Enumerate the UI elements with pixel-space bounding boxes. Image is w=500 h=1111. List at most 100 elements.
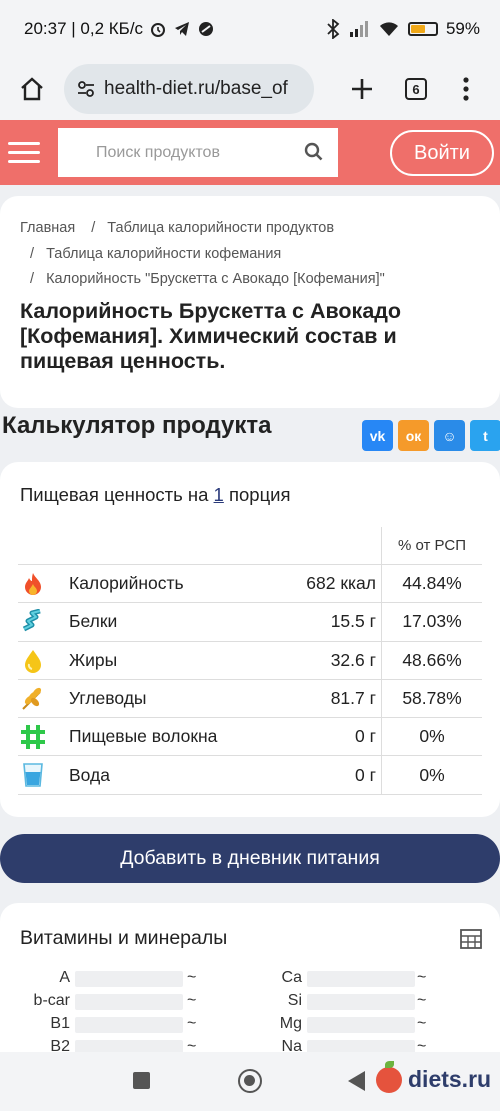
- search-placeholder: Поиск продуктов: [96, 143, 220, 161]
- table-row: Пищевые волокна 0 г 0%: [18, 718, 482, 757]
- nutrition-title-suffix: порция: [228, 484, 291, 505]
- vitamin-value: ~: [187, 1015, 197, 1032]
- vitamin-row: A ~: [20, 969, 200, 987]
- vitamin-row: B1 ~: [20, 1015, 200, 1033]
- vitamin-bar: [75, 971, 183, 987]
- table-row: Вода 0 г 0%: [18, 756, 482, 795]
- breadcrumb-link[interactable]: Таблица калорийности продуктов: [107, 220, 334, 236]
- site-settings-icon[interactable]: [76, 79, 96, 99]
- table-view-icon[interactable]: [460, 929, 482, 949]
- nutrition-card: Пищевая ценность на 1 порция % от РСП Ка…: [0, 462, 500, 817]
- portion-count-link[interactable]: 1: [214, 484, 224, 505]
- table-row: Белки 15.5 г 17.03%: [18, 603, 482, 642]
- home-icon[interactable]: [12, 69, 52, 109]
- mineral-value: ~: [417, 969, 427, 986]
- nutrient-name: Вода: [69, 764, 110, 785]
- mineral-row: Ca ~: [252, 969, 432, 987]
- pct-column-header: % от РСП: [397, 537, 466, 554]
- protein-icon: [22, 609, 41, 632]
- moimir-share-button[interactable]: ☺: [434, 420, 465, 451]
- bluetooth-icon: [327, 19, 340, 39]
- calculator-title: Калькулятор продукта: [2, 412, 272, 439]
- tabs-switcher-button[interactable]: 6: [396, 69, 436, 109]
- vk-share-button[interactable]: vk: [362, 420, 393, 451]
- nutrient-amount: 682 ккал: [306, 573, 376, 594]
- mineral-value: ~: [417, 1015, 427, 1032]
- vitamin-bar: [75, 1017, 183, 1033]
- watermark: diets.ru: [376, 1060, 492, 1093]
- apple-logo-icon: [376, 1060, 402, 1093]
- vitamin-row: b-car ~: [20, 992, 200, 1010]
- add-to-diary-button[interactable]: Добавить в дневник питания: [0, 834, 500, 883]
- breadcrumb-link[interactable]: Таблица калорийности кофемания: [46, 246, 281, 262]
- twitter-icon: t: [483, 427, 488, 444]
- tab-count: 6: [405, 78, 427, 100]
- vitamin-value: ~: [187, 992, 197, 1009]
- odnoklassniki-share-button[interactable]: ок: [398, 420, 429, 451]
- nutrition-title: Пищевая ценность на 1 порция: [20, 484, 291, 506]
- breadcrumb-link[interactable]: Главная: [20, 220, 75, 236]
- water-glass-icon: [23, 763, 43, 788]
- nutrient-pct: 44.84%: [402, 573, 462, 594]
- nutrient-pct: 0%: [419, 726, 445, 747]
- app-notification-icon: [199, 22, 214, 36]
- vitamin-bar: [75, 994, 183, 1010]
- mineral-bar: [307, 1017, 415, 1033]
- vitamin-label: B1: [50, 1015, 70, 1032]
- mineral-label: Mg: [279, 1015, 302, 1032]
- breadcrumb-current: Калорийность "Брускетта с Авокадо [Кофем…: [46, 271, 385, 287]
- recent-apps-button[interactable]: [133, 1072, 150, 1089]
- fiber-icon: [21, 725, 45, 750]
- mineral-bar: [307, 971, 415, 987]
- browser-toolbar: health-diet.ru/base_of 6: [0, 58, 500, 120]
- vitamin-value: ~: [187, 969, 197, 986]
- nutrient-name: Белки: [69, 611, 118, 632]
- alarm-icon: [151, 23, 166, 37]
- mineral-row: Mg ~: [252, 1015, 432, 1033]
- vitamin-label: b-car: [33, 992, 70, 1009]
- twitter-share-button[interactable]: t: [470, 420, 500, 451]
- home-button[interactable]: [238, 1069, 262, 1093]
- table-row: Углеводы 81.7 г 58.78%: [18, 679, 482, 719]
- flame-icon: [25, 573, 41, 595]
- login-button[interactable]: Войти: [390, 130, 494, 176]
- battery-percent: 59%: [445, 19, 480, 38]
- url-text: health-diet.ru/base_of: [104, 78, 288, 99]
- nutrient-name: Калорийность: [69, 573, 184, 594]
- battery-icon: [407, 22, 438, 36]
- watermark-text: diets.ru: [408, 1066, 492, 1092]
- vitamins-card: Витамины и минералы A ~ b-car ~ B1 ~ B2 …: [0, 903, 500, 1063]
- vitamins-title: Витамины и минералы: [20, 927, 228, 949]
- breadcrumb: Главная / Таблица калорийности продуктов…: [20, 220, 385, 287]
- back-button[interactable]: [348, 1071, 365, 1091]
- nutrient-amount: 0 г: [355, 764, 376, 785]
- table-row: Жиры 32.6 г 48.66%: [18, 641, 482, 680]
- nutrient-pct: 0%: [419, 764, 445, 785]
- search-icon[interactable]: [304, 142, 324, 162]
- hamburger-menu-icon[interactable]: [4, 133, 44, 173]
- wheat-icon: [22, 687, 42, 710]
- status-bar: 20:37 | 0,2 КБ/с 59%: [0, 0, 500, 58]
- page-title: Калорийность Брускетта с Авокадо [Кофема…: [20, 299, 402, 373]
- nutrient-amount: 15.5 г: [330, 611, 376, 632]
- nutrition-table: % от РСП Калорийность 682 ккал 44.84% Бе…: [18, 527, 482, 795]
- mineral-label: Si: [287, 992, 302, 1009]
- nutrient-amount: 32.6 г: [330, 649, 376, 670]
- more-menu-icon[interactable]: [446, 69, 486, 109]
- vitamin-label: A: [59, 969, 70, 986]
- fat-drop-icon: [25, 649, 41, 673]
- mineral-bar: [307, 994, 415, 1010]
- odnoklassniki-icon: ок: [405, 427, 422, 444]
- mineral-row: Si ~: [252, 992, 432, 1010]
- nutrition-title-prefix: Пищевая ценность на: [20, 484, 209, 505]
- table-header-row: % от РСП: [18, 527, 482, 565]
- new-tab-icon[interactable]: [342, 69, 382, 109]
- wifi-icon: [379, 22, 398, 36]
- signal-icon: [349, 21, 368, 37]
- moimir-icon: ☺: [442, 427, 457, 444]
- status-time: 20:37 | 0,2 КБ/с: [24, 19, 144, 38]
- product-search-input[interactable]: Поиск продуктов: [58, 128, 338, 177]
- mineral-label: Ca: [281, 969, 302, 986]
- nutrient-pct: 58.78%: [402, 688, 462, 709]
- address-bar[interactable]: health-diet.ru/base_of: [64, 64, 314, 114]
